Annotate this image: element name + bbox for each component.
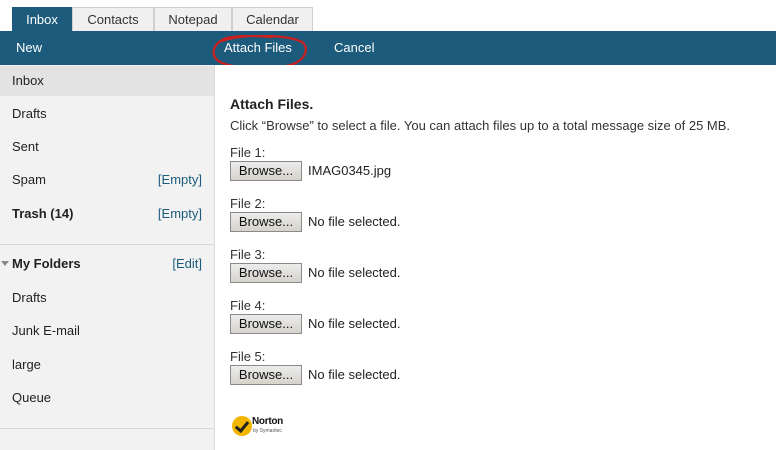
file-1-label: File 1: [230,145,266,160]
norton-subtitle: by Symantec [253,428,282,434]
my-folders-header[interactable]: My Folders [Edit] [0,249,214,279]
sidebar-item-label: large [12,357,41,372]
sidebar-item-label: Junk E-mail [12,323,80,338]
file-5-name: No file selected. [308,367,401,382]
file-4-name: No file selected. [308,316,401,331]
top-tab-bar: Inbox Contacts Notepad Calendar [0,0,776,32]
sidebar-folder-drafts[interactable]: Drafts [0,283,214,313]
sidebar-item-inbox[interactable]: Inbox [0,66,214,96]
cancel-button[interactable]: Cancel [334,31,374,65]
sidebar-folder-queue[interactable]: Queue [0,383,214,413]
empty-trash-link[interactable]: [Empty] [158,199,202,229]
action-toolbar: New Attach Files Cancel [0,31,776,65]
sidebar-item-drafts[interactable]: Drafts [0,99,214,129]
file-2-name: No file selected. [308,214,401,229]
sidebar-folder-large[interactable]: large [0,350,214,380]
browse-file-2-button[interactable]: Browse... [230,212,302,232]
norton-logo: Norton by Symantec [232,414,292,440]
sidebar-item-label: Trash (14) [12,206,74,221]
file-4-label: File 4: [230,298,266,313]
sidebar-divider [0,428,214,429]
tab-inbox[interactable]: Inbox [12,7,72,32]
sidebar-item-label: Drafts [12,290,47,305]
sidebar-item-trash[interactable]: Trash (14) [Empty] [0,199,214,229]
attach-files-panel: Attach Files. Click “Browse” to select a… [216,65,776,450]
file-2-label: File 2: [230,196,266,211]
tab-calendar[interactable]: Calendar [232,7,313,31]
sidebar: Inbox Drafts Sent Spam [Empty] Trash (14… [0,65,215,450]
file-5-label: File 5: [230,349,266,364]
sidebar-divider [0,244,214,245]
attach-files-button[interactable]: Attach Files [224,31,292,65]
sidebar-item-label: Queue [12,390,52,405]
file-3-label: File 3: [230,247,266,262]
sidebar-folder-junk-email[interactable]: Junk E-mail [0,316,214,346]
page-title: Attach Files. [230,96,314,112]
tab-contacts[interactable]: Contacts [72,7,154,31]
sidebar-item-label: Inbox [12,73,44,88]
browse-file-1-button[interactable]: Browse... [230,161,302,181]
file-3-name: No file selected. [308,265,401,280]
norton-wordmark: Norton [252,416,283,427]
my-folders-label: My Folders [12,256,81,271]
collapse-caret-icon[interactable] [1,261,9,266]
file-1-name: IMAG0345.jpg [308,163,392,178]
sidebar-item-sent[interactable]: Sent [0,132,214,162]
empty-spam-link[interactable]: [Empty] [158,165,202,195]
sidebar-item-label: Spam [12,172,46,187]
browse-file-4-button[interactable]: Browse... [230,314,302,334]
browse-file-3-button[interactable]: Browse... [230,263,302,283]
tab-notepad[interactable]: Notepad [154,7,232,31]
new-button[interactable]: New [16,31,42,65]
sidebar-item-spam[interactable]: Spam [Empty] [0,165,214,195]
sidebar-item-label: Drafts [12,106,47,121]
browse-file-5-button[interactable]: Browse... [230,365,302,385]
sidebar-item-label: Sent [12,139,39,154]
edit-folders-link[interactable]: [Edit] [172,249,202,279]
checkmark-badge-icon [232,416,252,436]
attach-instructions: Click “Browse” to select a file. You can… [230,118,731,133]
